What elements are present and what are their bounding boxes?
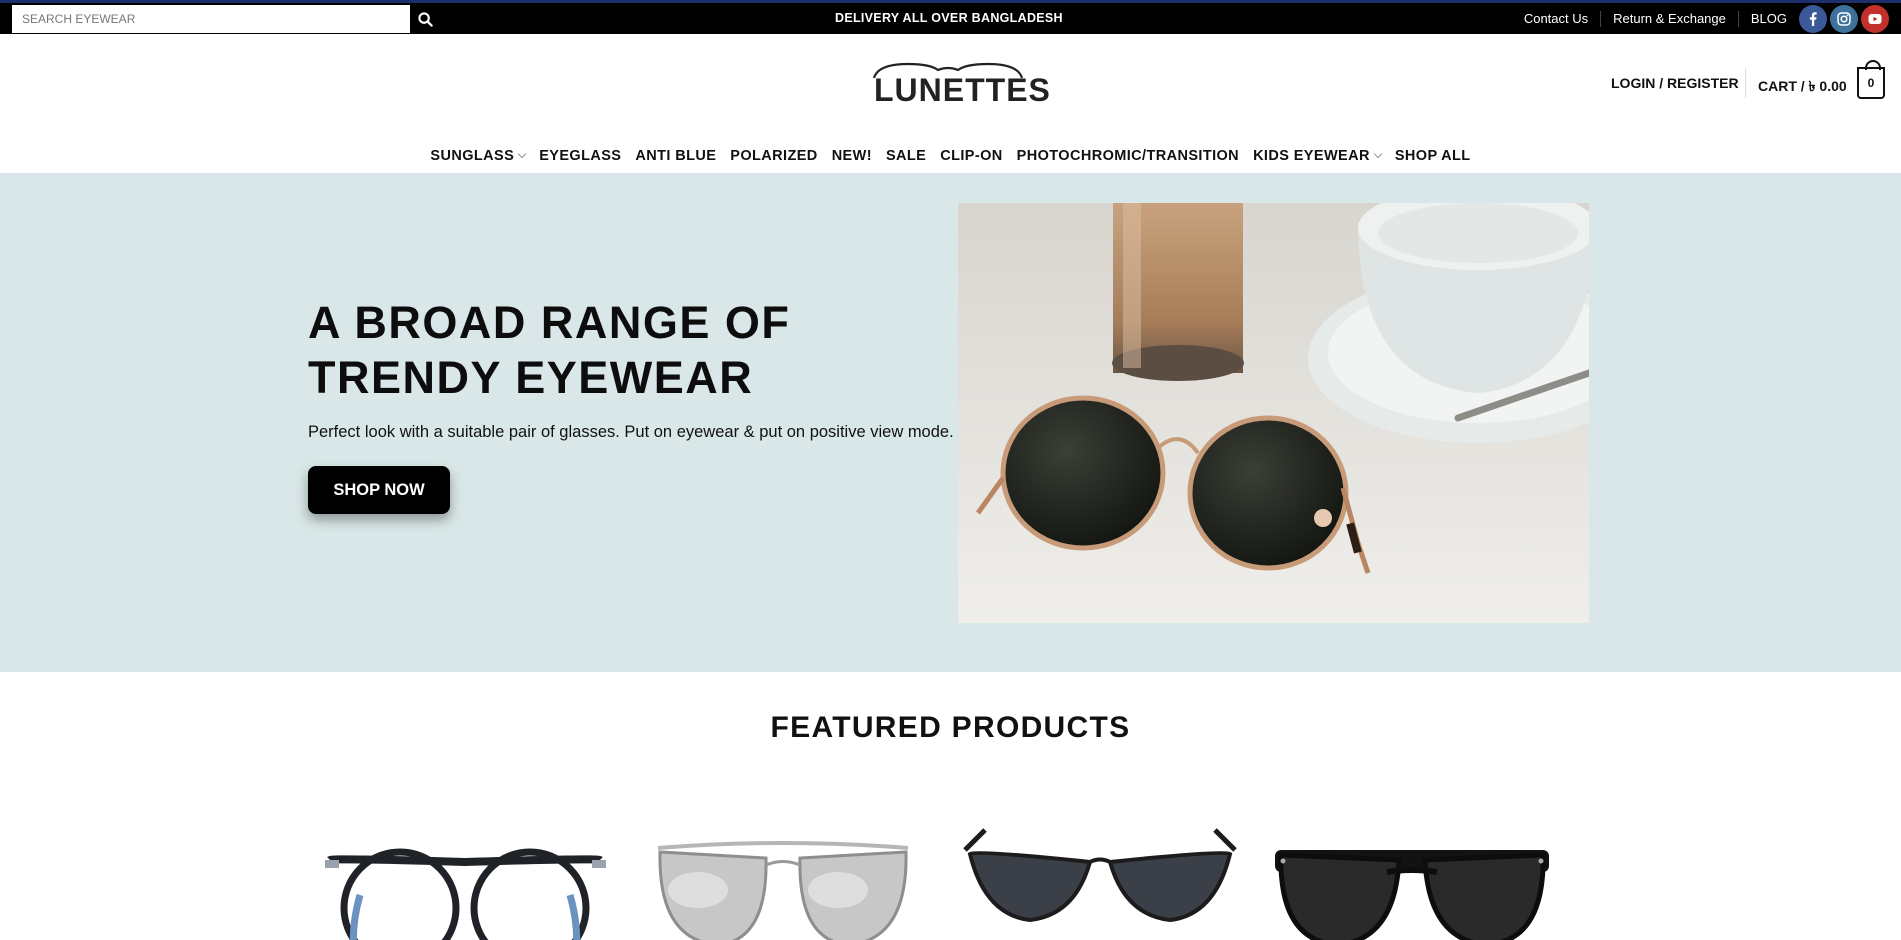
nav-item-photochromic[interactable]: PHOTOCHROMIC/TRANSITION: [1010, 148, 1246, 164]
product-card[interactable]: [320, 820, 610, 940]
nav-item-label: POLARIZED: [730, 147, 818, 164]
logo-text: LUNETTES: [874, 72, 1051, 108]
nav-item-label: SALE: [885, 147, 927, 164]
sunglasses-cup-illustration: [958, 203, 1589, 623]
hero-title: A BROAD RANGE OF TRENDY EYEWEAR: [308, 295, 790, 405]
site-logo[interactable]: LUNETTES: [868, 60, 1050, 110]
nav-item-sale[interactable]: SALE: [879, 148, 933, 164]
site-header: LUNETTES LOGIN / REGISTER CART / ৳ 0.00 …: [0, 34, 1901, 138]
product-card[interactable]: [638, 820, 928, 940]
nav-item-label: SUNGLASS: [430, 147, 515, 164]
shop-now-button[interactable]: SHOP NOW: [308, 466, 450, 514]
nav-item-eyeglass[interactable]: EYEGLASS: [532, 148, 628, 164]
top-links: Contact Us Return & Exchange BLOG: [1512, 5, 1889, 33]
hero-subtitle: Perfect look with a suitable pair of gla…: [308, 423, 954, 441]
product-image-round-eyeglasses: [325, 848, 606, 940]
nav-item-label: SHOP ALL: [1394, 147, 1471, 164]
youtube-link[interactable]: [1861, 5, 1889, 33]
nav-item-anti-blue[interactable]: ANTI BLUE: [628, 148, 723, 164]
search-icon: [417, 11, 433, 27]
nav-item-label: NEW!: [831, 147, 872, 164]
featured-products-heading: FEATURED PRODUCTS: [770, 711, 1131, 744]
product-image-cat-eye-sunglasses: [963, 828, 1237, 923]
nav-item-clip-on[interactable]: CLIP-ON: [933, 148, 1009, 164]
facebook-link[interactable]: [1799, 5, 1827, 33]
instagram-link[interactable]: [1830, 5, 1858, 33]
youtube-icon: [1868, 14, 1882, 24]
product-image-flat-top-sunglasses: [1275, 850, 1549, 940]
search-input[interactable]: [12, 5, 410, 33]
login-register-link[interactable]: LOGIN / REGISTER: [1611, 75, 1739, 91]
facebook-icon: [1809, 12, 1817, 26]
blog-link[interactable]: BLOG: [1737, 11, 1799, 27]
search-form: [12, 5, 440, 33]
nav-item-label: CLIP-ON: [940, 147, 1003, 164]
nav-item-label: PHOTOCHROMIC/TRANSITION: [1016, 147, 1240, 164]
nav-item-kids-eyewear[interactable]: KIDS EYEWEAR: [1246, 148, 1388, 164]
cart-link[interactable]: CART / ৳ 0.00: [1758, 75, 1847, 99]
nav-item-shop-all[interactable]: SHOP ALL: [1388, 148, 1478, 164]
nav-item-new[interactable]: NEW!: [825, 148, 879, 164]
top-bar: DELIVERY ALL OVER BANGLADESH Contact Us …: [0, 0, 1901, 34]
nav-item-sunglass[interactable]: SUNGLASS: [423, 148, 532, 164]
product-image-aviator-sunglasses: [657, 841, 909, 940]
search-button[interactable]: [410, 5, 440, 33]
hero-banner: A BROAD RANGE OF TRENDY EYEWEAR Perfect …: [0, 173, 1901, 672]
main-nav: SUNGLASS EYEGLASS ANTI BLUE POLARIZED NE…: [0, 138, 1901, 173]
hero-title-line1: A BROAD RANGE OF: [308, 297, 791, 348]
chevron-down-icon: [1373, 149, 1383, 158]
instagram-icon: [1837, 12, 1851, 26]
return-exchange-link[interactable]: Return & Exchange: [1600, 11, 1738, 27]
header-divider: [1745, 68, 1746, 98]
nav-item-label: EYEGLASS: [539, 147, 622, 164]
nav-item-label: KIDS EYEWEAR: [1253, 147, 1370, 164]
hero-image-sunglasses: [958, 203, 1589, 623]
hero-title-line2: TRENDY EYEWEAR: [308, 352, 754, 403]
contact-us-link[interactable]: Contact Us: [1512, 11, 1600, 27]
nav-item-polarized[interactable]: POLARIZED: [723, 148, 824, 164]
nav-item-label: ANTI BLUE: [635, 147, 717, 164]
cart-count-badge[interactable]: 0: [1857, 60, 1885, 99]
product-card[interactable]: [955, 820, 1245, 940]
chevron-down-icon: [517, 149, 527, 158]
announcement-text: DELIVERY ALL OVER BANGLADESH: [835, 11, 1063, 25]
product-card[interactable]: [1267, 820, 1557, 940]
